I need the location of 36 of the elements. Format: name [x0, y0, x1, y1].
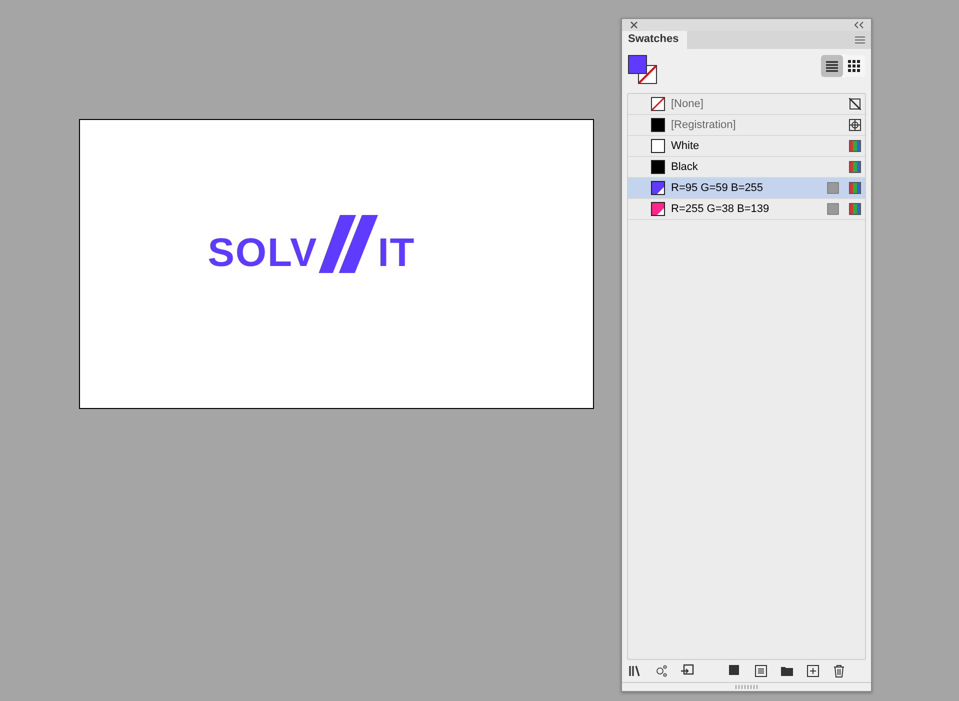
swatch-kind-icon[interactable]: [654, 664, 668, 678]
rgb-mode-icon: [849, 182, 861, 194]
grid-view-button[interactable]: [843, 55, 865, 77]
swatch-row[interactable]: R=95 G=59 B=255: [628, 178, 865, 199]
swatch-row[interactable]: [None]: [628, 94, 865, 115]
swatch-name: R=255 G=38 B=139: [671, 203, 770, 215]
none-swatch-icon: [651, 97, 665, 111]
rgb-mode-icon: [849, 140, 861, 152]
list-view-button[interactable]: [821, 55, 843, 77]
swatch-name: White: [671, 140, 700, 152]
new-swatch-icon[interactable]: [806, 664, 820, 678]
swatch-name: [None]: [671, 98, 704, 110]
library-icon[interactable]: [628, 664, 642, 678]
registration-mark-icon: [849, 119, 861, 131]
swatch-name: [Registration]: [671, 119, 737, 131]
panel-tab[interactable]: Swatches: [622, 31, 687, 49]
fill-stroke-icon[interactable]: [628, 55, 658, 85]
folder-icon[interactable]: [780, 664, 794, 678]
logo-text: SOLV: [208, 233, 318, 273]
swatch-name: R=95 G=59 B=255: [671, 182, 764, 194]
delete-icon[interactable]: [832, 664, 846, 678]
resize-grip-icon: [734, 685, 758, 689]
rgb-mode-icon: [849, 161, 861, 173]
grid-icon: [848, 60, 860, 72]
checker-icon: [827, 203, 839, 215]
list-icon: [826, 60, 838, 72]
slashes-logo-icon: [318, 215, 378, 273]
no-edit-icon: [849, 98, 861, 110]
list-options-icon[interactable]: [754, 664, 768, 678]
swatch-row[interactable]: White: [628, 136, 865, 157]
swatch-row[interactable]: [Registration]: [628, 115, 865, 136]
checker-icon: [827, 182, 839, 194]
logo-text: IT: [378, 233, 416, 273]
swatch-row[interactable]: R=255 G=38 B=139: [628, 199, 865, 220]
rgb-mode-icon: [849, 203, 861, 215]
swatch-name: Black: [671, 161, 699, 173]
